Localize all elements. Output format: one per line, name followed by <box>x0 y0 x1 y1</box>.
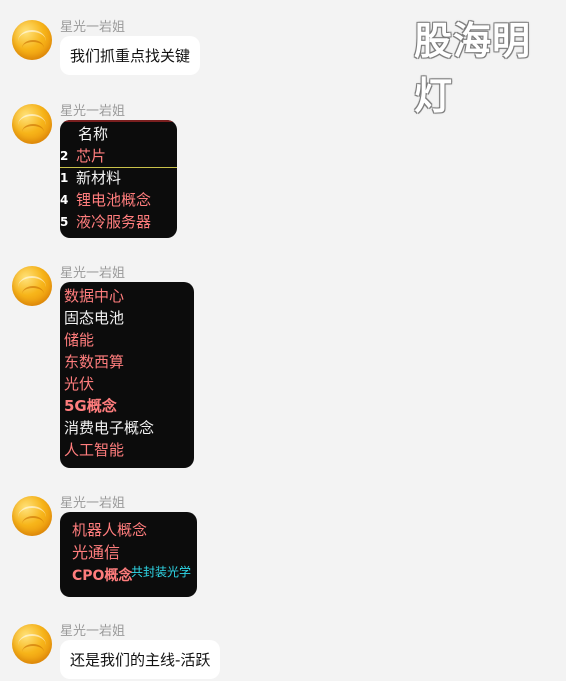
message-bubble[interactable]: 还是我们的主线-活跃 <box>60 640 221 679</box>
list-item: 东数西算 <box>64 353 125 371</box>
list-item: 消费电子概念 <box>64 419 155 437</box>
sender-name: 星光一岩姐 <box>60 496 126 511</box>
list-item: 人工智能 <box>64 441 125 459</box>
avatar[interactable] <box>12 104 52 144</box>
list-item: 光通信 <box>72 543 121 562</box>
image-message[interactable]: 数据中心 固态电池 储能 东数西算 光伏 5G概念 消费电子概念 人工智能 <box>60 282 194 468</box>
list-item: 光伏 <box>64 375 95 393</box>
list-item: 1 新材料 <box>60 169 122 187</box>
sender-name: 星光一岩姐 <box>60 266 126 281</box>
list-item: 固态电池 <box>64 309 125 327</box>
message-bubble[interactable]: 我们抓重点找关键 <box>60 36 201 75</box>
image-message[interactable]: 名称 2 芯片 1 新材料 4 锂电池概念 5 液冷服务器 <box>60 120 177 238</box>
sender-name: 星光一岩姐 <box>60 104 126 119</box>
top-border <box>60 120 177 122</box>
list-item: 4 锂电池概念 <box>60 191 152 209</box>
list-item: 2 芯片 <box>60 147 107 165</box>
image-message[interactable]: 机器人概念 光通信 CPO概念 共封装光学 <box>60 512 197 597</box>
list-item: 5G概念 <box>64 397 117 415</box>
sender-name: 星光一岩姐 <box>60 624 126 639</box>
list-item: 名称 <box>78 125 109 143</box>
list-item: 5 液冷服务器 <box>60 213 152 231</box>
avatar[interactable] <box>12 266 52 306</box>
list-item: CPO概念 <box>72 568 133 584</box>
annotation-label: 共封装光学 <box>131 565 192 579</box>
avatar[interactable] <box>12 20 52 60</box>
sender-name: 星光一岩姐 <box>60 20 126 35</box>
list-item: 储能 <box>64 331 95 349</box>
avatar[interactable] <box>12 496 52 536</box>
list-item: 机器人概念 <box>72 521 148 539</box>
avatar[interactable] <box>12 624 52 664</box>
watermark-logo: 股海明灯 <box>414 19 532 118</box>
list-item: 数据中心 <box>64 287 125 305</box>
